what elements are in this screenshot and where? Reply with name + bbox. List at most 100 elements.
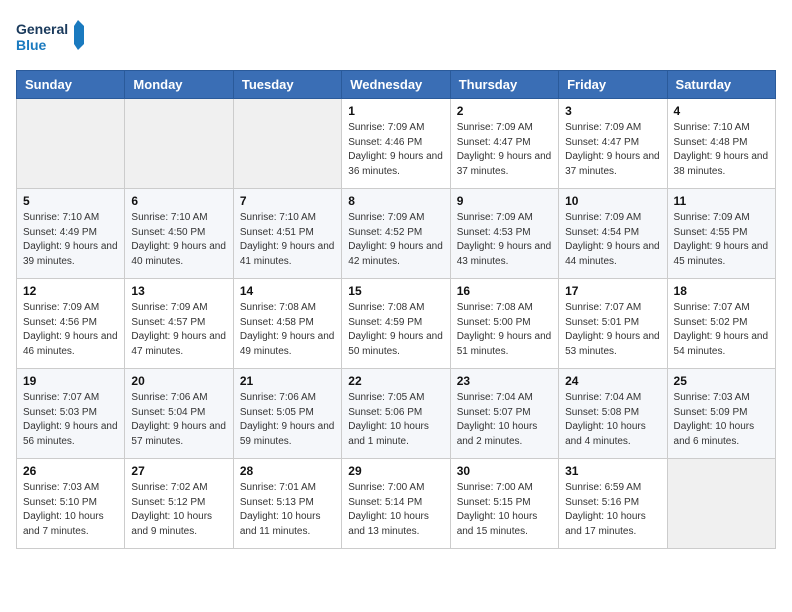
day-info: Sunrise: 7:06 AM Sunset: 5:05 PM Dayligh…	[240, 391, 335, 449]
calendar-cell: 27Sunrise: 7:02 AM Sunset: 5:12 PM Dayli…	[125, 459, 233, 549]
weekday-header-sunday: Sunday	[17, 71, 125, 99]
day-number: 14	[240, 284, 335, 298]
day-number: 7	[240, 194, 335, 208]
logo: General Blue	[16, 16, 86, 58]
weekday-header-saturday: Saturday	[667, 71, 775, 99]
week-row-2: 5 Sunrise: 7:10 AM Sunset: 4:49 PM Daylig…	[17, 189, 776, 279]
day-info: Sunrise: 7:09 AM Sunset: 4:56 PM Dayligh…	[23, 301, 118, 359]
day-number: 25	[674, 374, 769, 388]
calendar-cell: 31Sunrise: 6:59 AM Sunset: 5:16 PM Dayli…	[559, 459, 667, 549]
day-number: 6	[131, 194, 226, 208]
day-info: Sunrise: 7:09 AM Sunset: 4:54 PM Dayligh…	[565, 211, 660, 269]
day-number: 2	[457, 104, 552, 118]
calendar-cell: 30Sunrise: 7:00 AM Sunset: 5:15 PM Dayli…	[450, 459, 558, 549]
day-info: Sunrise: 7:10 AM Sunset: 4:48 PM Dayligh…	[674, 121, 769, 179]
day-number: 15	[348, 284, 443, 298]
day-info: Sunrise: 7:06 AM Sunset: 5:04 PM Dayligh…	[131, 391, 226, 449]
calendar-cell: 26 Sunrise: 7:03 AM Sunset: 5:10 PM Dayli…	[17, 459, 125, 549]
day-number: 28	[240, 464, 335, 478]
day-number: 16	[457, 284, 552, 298]
calendar-cell: 11Sunrise: 7:09 AM Sunset: 4:55 PM Dayli…	[667, 189, 775, 279]
calendar-cell	[17, 99, 125, 189]
calendar-cell	[125, 99, 233, 189]
day-info: Sunrise: 7:05 AM Sunset: 5:06 PM Dayligh…	[348, 391, 443, 449]
day-info: Sunrise: 7:00 AM Sunset: 5:15 PM Dayligh…	[457, 481, 552, 539]
day-number: 31	[565, 464, 660, 478]
day-info: Sunrise: 7:09 AM Sunset: 4:47 PM Dayligh…	[565, 121, 660, 179]
calendar-cell: 15Sunrise: 7:08 AM Sunset: 4:59 PM Dayli…	[342, 279, 450, 369]
calendar-cell: 13 Sunrise: 7:09 AM Sunset: 4:57 PM Dayli…	[125, 279, 233, 369]
day-number: 20	[131, 374, 226, 388]
calendar-cell: 14 Sunrise: 7:08 AM Sunset: 4:58 PM Dayli…	[233, 279, 341, 369]
calendar-cell: 6 Sunrise: 7:10 AM Sunset: 4:50 PM Daylig…	[125, 189, 233, 279]
day-info: Sunrise: 7:09 AM Sunset: 4:57 PM Dayligh…	[131, 301, 226, 359]
calendar-cell: 8Sunrise: 7:09 AM Sunset: 4:52 PM Daylig…	[342, 189, 450, 279]
day-info: Sunrise: 7:04 AM Sunset: 5:07 PM Dayligh…	[457, 391, 552, 449]
svg-text:General: General	[16, 21, 68, 37]
day-info: Sunrise: 7:00 AM Sunset: 5:14 PM Dayligh…	[348, 481, 443, 539]
day-info: Sunrise: 7:09 AM Sunset: 4:52 PM Dayligh…	[348, 211, 443, 269]
day-number: 10	[565, 194, 660, 208]
calendar-cell: 20 Sunrise: 7:06 AM Sunset: 5:04 PM Dayli…	[125, 369, 233, 459]
day-number: 21	[240, 374, 335, 388]
svg-text:Blue: Blue	[16, 37, 47, 53]
day-info: Sunrise: 7:01 AM Sunset: 5:13 PM Dayligh…	[240, 481, 335, 539]
day-number: 22	[348, 374, 443, 388]
day-number: 13	[131, 284, 226, 298]
day-number: 23	[457, 374, 552, 388]
day-info: Sunrise: 7:07 AM Sunset: 5:01 PM Dayligh…	[565, 301, 660, 359]
day-info: Sunrise: 7:10 AM Sunset: 4:50 PM Dayligh…	[131, 211, 226, 269]
day-info: Sunrise: 7:03 AM Sunset: 5:10 PM Dayligh…	[23, 481, 118, 539]
day-info: Sunrise: 7:09 AM Sunset: 4:47 PM Dayligh…	[457, 121, 552, 179]
day-info: Sunrise: 7:09 AM Sunset: 4:46 PM Dayligh…	[348, 121, 443, 179]
day-info: Sunrise: 7:10 AM Sunset: 4:49 PM Dayligh…	[23, 211, 118, 269]
day-info: Sunrise: 7:08 AM Sunset: 5:00 PM Dayligh…	[457, 301, 552, 359]
calendar-cell: 22 Sunrise: 7:05 AM Sunset: 5:06 PM Dayli…	[342, 369, 450, 459]
day-number: 29	[348, 464, 443, 478]
calendar-cell: 1 Sunrise: 7:09 AM Sunset: 4:46 PM Daylig…	[342, 99, 450, 189]
day-info: Sunrise: 7:10 AM Sunset: 4:51 PM Dayligh…	[240, 211, 335, 269]
day-info: Sunrise: 7:07 AM Sunset: 5:03 PM Dayligh…	[23, 391, 118, 449]
day-number: 4	[674, 104, 769, 118]
calendar-cell: 16 Sunrise: 7:08 AM Sunset: 5:00 PM Dayli…	[450, 279, 558, 369]
calendar-cell: 23 Sunrise: 7:04 AM Sunset: 5:07 PM Dayli…	[450, 369, 558, 459]
calendar-cell: 3 Sunrise: 7:09 AM Sunset: 4:47 PM Daylig…	[559, 99, 667, 189]
calendar-cell: 29 Sunrise: 7:00 AM Sunset: 5:14 PM Dayli…	[342, 459, 450, 549]
day-info: Sunrise: 7:08 AM Sunset: 4:58 PM Dayligh…	[240, 301, 335, 359]
day-number: 27	[131, 464, 226, 478]
day-number: 11	[674, 194, 769, 208]
day-number: 1	[348, 104, 443, 118]
weekday-header-friday: Friday	[559, 71, 667, 99]
week-row-3: 12 Sunrise: 7:09 AM Sunset: 4:56 PM Dayli…	[17, 279, 776, 369]
calendar-cell: 24Sunrise: 7:04 AM Sunset: 5:08 PM Dayli…	[559, 369, 667, 459]
calendar-cell: 25 Sunrise: 7:03 AM Sunset: 5:09 PM Dayli…	[667, 369, 775, 459]
page-header: General Blue	[16, 16, 776, 58]
calendar-cell: 2 Sunrise: 7:09 AM Sunset: 4:47 PM Daylig…	[450, 99, 558, 189]
calendar-cell: 4 Sunrise: 7:10 AM Sunset: 4:48 PM Daylig…	[667, 99, 775, 189]
weekday-header-wednesday: Wednesday	[342, 71, 450, 99]
calendar-cell: 7 Sunrise: 7:10 AM Sunset: 4:51 PM Daylig…	[233, 189, 341, 279]
day-info: Sunrise: 7:04 AM Sunset: 5:08 PM Dayligh…	[565, 391, 660, 449]
calendar-cell	[233, 99, 341, 189]
calendar-table: SundayMondayTuesdayWednesdayThursdayFrid…	[16, 70, 776, 549]
day-info: Sunrise: 7:03 AM Sunset: 5:09 PM Dayligh…	[674, 391, 769, 449]
logo-svg: General Blue	[16, 16, 86, 58]
day-number: 17	[565, 284, 660, 298]
calendar-cell: 10 Sunrise: 7:09 AM Sunset: 4:54 PM Dayli…	[559, 189, 667, 279]
day-number: 26	[23, 464, 118, 478]
day-number: 12	[23, 284, 118, 298]
day-number: 18	[674, 284, 769, 298]
calendar-cell: 28 Sunrise: 7:01 AM Sunset: 5:13 PM Dayli…	[233, 459, 341, 549]
calendar-cell: 5 Sunrise: 7:10 AM Sunset: 4:49 PM Daylig…	[17, 189, 125, 279]
weekday-header-row: SundayMondayTuesdayWednesdayThursdayFrid…	[17, 71, 776, 99]
week-row-4: 19 Sunrise: 7:07 AM Sunset: 5:03 PM Dayli…	[17, 369, 776, 459]
week-row-1: 1 Sunrise: 7:09 AM Sunset: 4:46 PM Daylig…	[17, 99, 776, 189]
day-number: 9	[457, 194, 552, 208]
day-number: 5	[23, 194, 118, 208]
day-number: 3	[565, 104, 660, 118]
calendar-cell: 9Sunrise: 7:09 AM Sunset: 4:53 PM Daylig…	[450, 189, 558, 279]
weekday-header-thursday: Thursday	[450, 71, 558, 99]
calendar-cell: 21 Sunrise: 7:06 AM Sunset: 5:05 PM Dayli…	[233, 369, 341, 459]
calendar-cell: 18Sunrise: 7:07 AM Sunset: 5:02 PM Dayli…	[667, 279, 775, 369]
day-number: 19	[23, 374, 118, 388]
